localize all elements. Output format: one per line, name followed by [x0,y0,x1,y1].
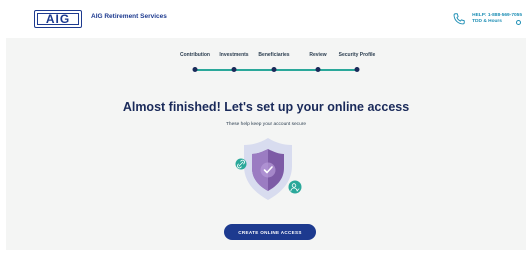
page-subtitle: These help keep your account secure [226,122,306,127]
step-label-beneficiaries: Beneficiaries [258,52,290,58]
step-dot-investments [231,67,237,72]
progress-stepper: Contribution Investments Beneficiaries R… [6,52,526,76]
logo-text: AIG [45,12,71,26]
step-label-security-profile: Security Profile [338,52,376,58]
step-dot-review [315,67,321,72]
step-dot-contribution [192,67,198,72]
page-title: Almost finished! Let's set up your onlin… [122,100,410,114]
create-online-access-button[interactable]: CREATE ONLINE ACCESS [224,224,316,240]
step-label-investments: Investments [219,52,249,58]
step-dot-security-profile [354,67,360,72]
step-label-review: Review [309,52,327,58]
security-illustration [235,138,302,200]
help-contact[interactable]: HELP: 1-888-569-7055 TDD & Hours [452,10,522,28]
aig-logo[interactable]: AIG [34,10,82,28]
link-icon [235,158,247,170]
step-dot-beneficiaries [271,67,277,72]
phone-icon [453,13,465,25]
brand-name: AIG Retirement Services [91,13,167,20]
main-panel: Contribution Investments Beneficiaries R… [6,38,526,250]
step-label-contribution: Contribution [180,52,210,58]
user-icon [288,180,302,194]
tdd-hours-link[interactable]: TDD & Hours [472,19,502,26]
header: AIG AIG Retirement Services HELP: 1-888-… [0,0,532,38]
chevron-icon[interactable] [515,19,521,25]
